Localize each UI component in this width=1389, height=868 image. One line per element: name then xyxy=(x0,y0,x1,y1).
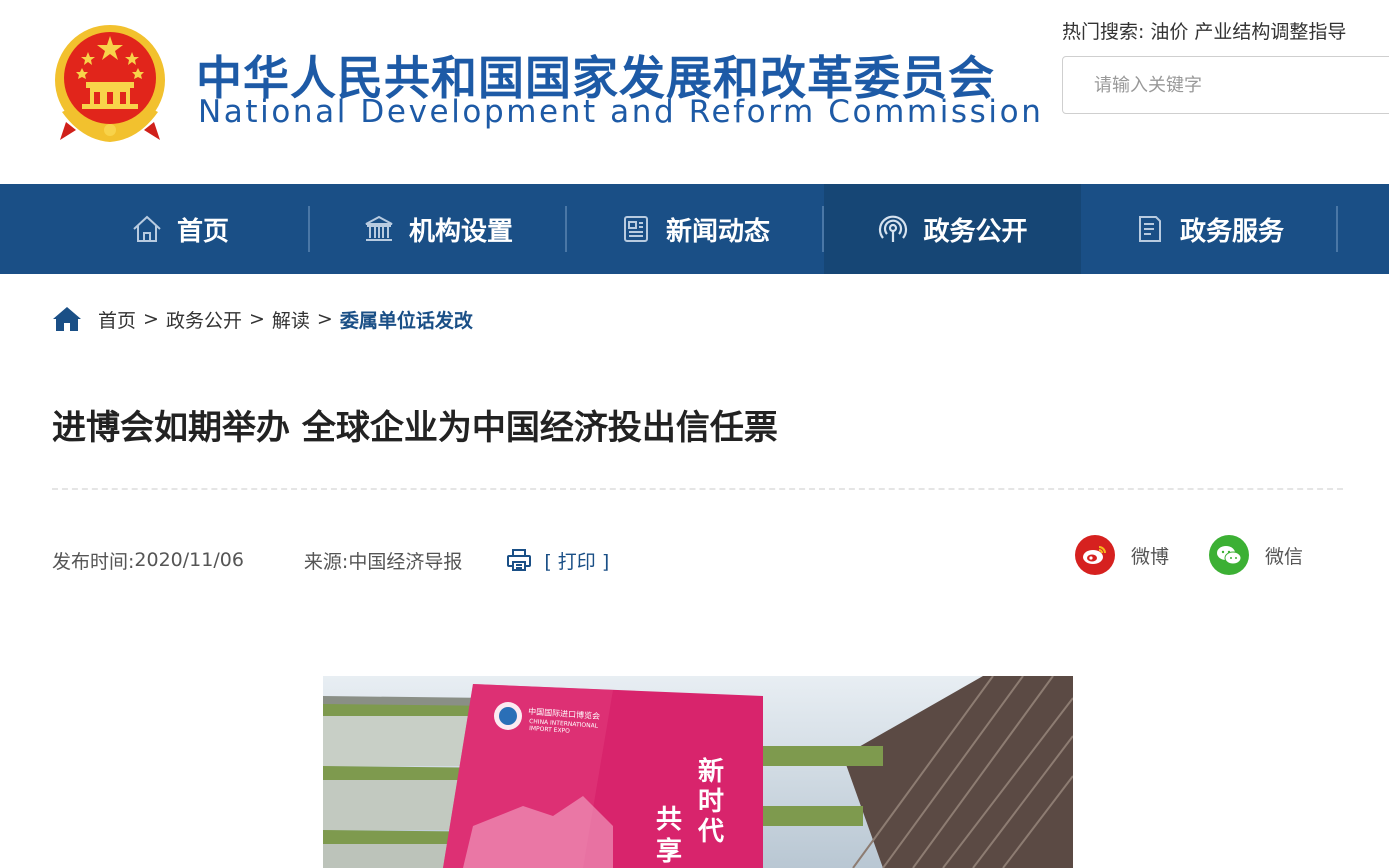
nav-item-government-services[interactable]: 政务服务 xyxy=(1081,184,1337,274)
nav-label-government-services: 政务服务 xyxy=(1179,216,1284,247)
publish-label: 发布时间: xyxy=(52,550,135,573)
breadcrumb-separator: > xyxy=(248,308,265,330)
nav-label-home: 首页 xyxy=(176,216,229,247)
source-label: 来源: xyxy=(303,550,349,573)
banner-slogan-char: 共 xyxy=(656,805,682,835)
breadcrumb-separator: > xyxy=(316,308,333,330)
banner-slogan-char: 代 xyxy=(697,817,724,847)
share-wechat-button[interactable]: 微信 xyxy=(1209,534,1303,576)
nav-label-government-affairs: 政务公开 xyxy=(923,216,1028,247)
hot-search-item-industry[interactable]: 产业结构调整指导 xyxy=(1194,21,1346,43)
nav-item-home[interactable]: 首页 xyxy=(52,184,308,274)
weibo-icon xyxy=(1075,535,1115,575)
breadcrumb-item-interpretation[interactable]: 解读 xyxy=(272,306,310,333)
document-icon xyxy=(1138,216,1161,242)
nav-label-news: 新闻动态 xyxy=(665,216,770,247)
main-nav: 首页 机构设置 新闻动态 政务公开 政务服务 xyxy=(0,184,1389,274)
title-divider xyxy=(52,488,1343,490)
home-icon xyxy=(133,215,161,242)
publish-date: 2020/11/06 xyxy=(134,549,244,571)
hot-search: 热门搜索: 油价 产业结构调整指导 xyxy=(1062,17,1346,44)
breadcrumb: 首页 > 政务公开 > 解读 > 委属单位话发改 xyxy=(52,304,473,334)
national-emblem-logo[interactable] xyxy=(52,22,168,146)
expo-venue-image: 中国国际进口博览会 CHINA INTERNATIONAL IMPORT EXP… xyxy=(323,676,1073,868)
nav-item-news[interactable]: 新闻动态 xyxy=(567,184,823,274)
hot-search-item-oil-price[interactable]: 油价 xyxy=(1150,21,1188,43)
site-header: 中华人民共和国国家发展和改革委员会 National Development a… xyxy=(0,0,1389,184)
share-wechat-label: 微信 xyxy=(1265,545,1304,568)
source-value: 中国经济导报 xyxy=(348,550,463,573)
breadcrumb-item-home[interactable]: 首页 xyxy=(98,306,136,333)
banner-slogan-char: 新 xyxy=(698,756,724,787)
banner-slogan-char: 时 xyxy=(698,787,724,817)
search-input[interactable] xyxy=(1063,57,1389,113)
breadcrumb-current[interactable]: 委属单位话发改 xyxy=(340,306,473,333)
nav-divider xyxy=(1336,206,1338,252)
article-meta: 发布时间: 2020/11/06 来源: 中国经济导报 [ 打印 ] xyxy=(52,545,609,575)
search-box xyxy=(1062,56,1389,114)
home-icon[interactable] xyxy=(52,305,82,333)
broadcast-icon xyxy=(879,215,908,242)
nav-label-institutions: 机构设置 xyxy=(408,216,513,247)
article-title: 进博会如期举办 全球企业为中国经济投出信任票 xyxy=(52,408,778,448)
article-photo: 中国国际进口博览会 CHINA INTERNATIONAL IMPORT EXP… xyxy=(323,676,1073,868)
hot-search-label: 热门搜索: xyxy=(1062,21,1145,43)
site-title-english: National Development and Reform Commissi… xyxy=(198,94,1044,130)
print-button[interactable]: [ 打印 ] xyxy=(506,547,609,574)
nav-item-institutions[interactable]: 机构设置 xyxy=(310,184,566,274)
share-weibo-label: 微博 xyxy=(1131,545,1170,568)
news-icon xyxy=(623,216,648,242)
share-weibo-button[interactable]: 微博 xyxy=(1075,534,1169,576)
breadcrumb-item-government-affairs[interactable]: 政务公开 xyxy=(166,306,242,333)
breadcrumb-separator: > xyxy=(143,308,159,330)
institution-icon xyxy=(365,215,393,241)
nav-item-government-affairs[interactable]: 政务公开 xyxy=(824,184,1081,274)
wechat-icon xyxy=(1209,535,1249,575)
printer-icon xyxy=(507,549,532,571)
banner-slogan-char: 享 xyxy=(656,836,682,867)
print-label: [ 打印 ] xyxy=(544,550,610,573)
